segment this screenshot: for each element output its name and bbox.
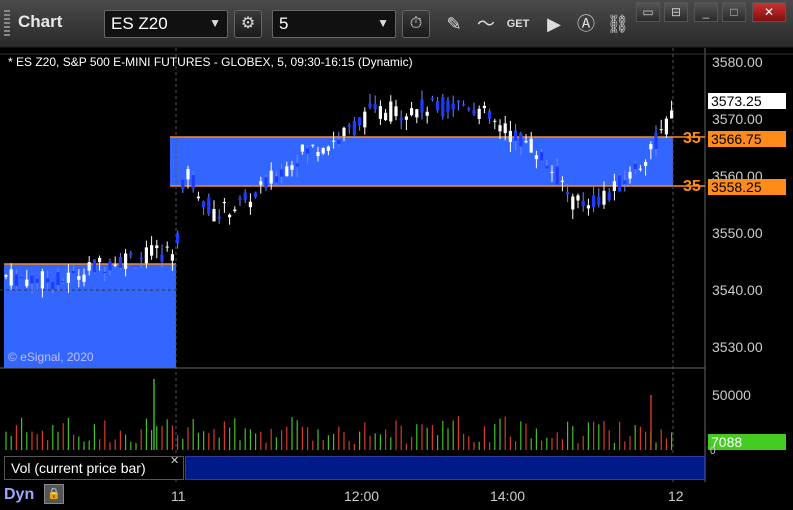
volume-bars <box>5 379 673 450</box>
clock-icon[interactable]: ⏱ <box>402 10 430 38</box>
x-tick: 14:00 <box>490 488 526 504</box>
settings-gear-icon[interactable]: ⚙ <box>234 10 262 38</box>
chevron-down-icon: ▼ <box>209 16 221 30</box>
chart-header: * ES Z20, S&P 500 E-MINI FUTURES - GLOBE… <box>8 55 413 69</box>
volume-tag: 7088 <box>708 434 786 450</box>
alert-icon[interactable]: Ⓐ <box>572 10 600 38</box>
lower-level-tag: 3558.25 <box>708 179 786 195</box>
play-icon[interactable]: ▶ <box>540 10 568 38</box>
link-icon[interactable]: ⛓ <box>604 10 632 38</box>
candle <box>441 93 445 120</box>
volume-study-bar[interactable] <box>185 456 705 480</box>
copyright-label: © eSignal, 2020 <box>8 350 94 364</box>
upper-level-count: 35 <box>683 130 701 147</box>
pencil-icon[interactable]: ✎ <box>440 10 468 38</box>
time-axis[interactable]: Dyn 🔒 11 12:00 14:00 12 <box>0 482 793 510</box>
y-tick: 3570.00 <box>712 111 763 127</box>
close-icon[interactable]: ✕ <box>752 2 786 22</box>
get-icon[interactable]: GET <box>504 10 532 38</box>
x-tick: 11 <box>171 488 186 504</box>
candle <box>618 174 622 192</box>
y-tick: 3540.00 <box>712 282 763 298</box>
tile-icon[interactable]: ⊟ <box>664 2 688 22</box>
volume-tick: 0 <box>710 446 716 457</box>
last-price-tag: 3573.25 <box>708 93 786 109</box>
toolbar: Chart ES Z20 ▼ ⚙ 5 ▼ ⏱ ✎ 〜 GET ▶ Ⓐ ⛓ ▭ ⊟… <box>0 0 793 48</box>
interval-combo[interactable]: 5 ▼ <box>272 10 396 38</box>
lower-level-count: 35 <box>683 178 701 195</box>
y-tick: 3550.00 <box>712 225 763 241</box>
restore-icon[interactable]: ▭ <box>636 2 660 22</box>
candle <box>92 259 96 274</box>
volume-tick: 50000 <box>712 387 751 403</box>
interval-value: 5 <box>279 14 289 33</box>
symbol-combo[interactable]: ES Z20 ▼ <box>104 10 228 38</box>
symbol-value: ES Z20 <box>111 14 168 33</box>
level-zone <box>170 137 673 186</box>
drag-handle[interactable] <box>4 10 10 38</box>
volume-study-label[interactable]: Vol (current price bar) <box>4 456 184 480</box>
y-tick: 3580.00 <box>712 54 763 70</box>
window-title: Chart <box>18 12 63 31</box>
minimize-icon[interactable]: _ <box>694 2 718 22</box>
chevron-down-icon: ▼ <box>377 16 389 30</box>
close-icon[interactable]: ✕ <box>170 454 179 467</box>
lock-icon[interactable]: 🔒 <box>44 484 64 504</box>
maximize-icon[interactable]: □ <box>722 2 746 22</box>
dynamic-label[interactable]: Dyn <box>4 486 34 504</box>
price-chart[interactable] <box>0 48 793 510</box>
y-tick: 3530.00 <box>712 339 763 355</box>
chart-area[interactable]: * ES Z20, S&P 500 E-MINI FUTURES - GLOBE… <box>0 48 793 510</box>
x-tick: 12:00 <box>344 488 380 504</box>
x-tick: 12 <box>668 488 684 504</box>
upper-level-tag: 3566.75 <box>708 131 786 147</box>
study-icon[interactable]: 〜 <box>472 10 500 38</box>
